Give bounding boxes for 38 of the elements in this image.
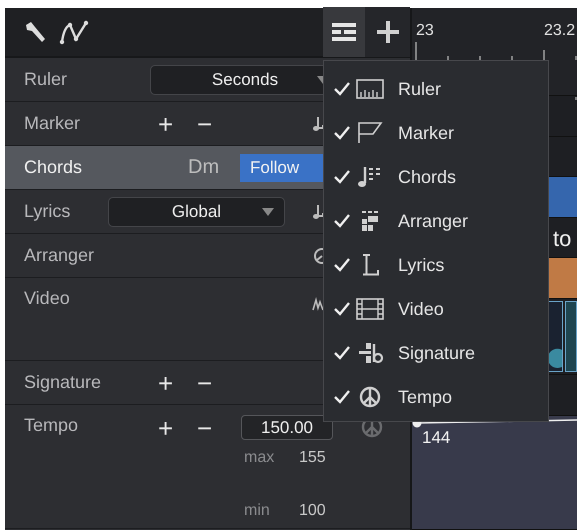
min-value: 100 bbox=[299, 502, 326, 520]
ruler-label: 23.2 bbox=[544, 22, 576, 40]
max-label: max bbox=[244, 449, 274, 467]
track-label: Ruler bbox=[24, 69, 68, 90]
list-icon bbox=[332, 23, 356, 41]
note-icon bbox=[312, 116, 324, 132]
ruler-icon bbox=[356, 78, 384, 100]
add-button[interactable]: + bbox=[158, 110, 174, 136]
remove-button[interactable]: − bbox=[197, 110, 212, 136]
add-track-button[interactable] bbox=[365, 7, 410, 57]
add-button[interactable]: + bbox=[158, 415, 174, 441]
track-label: Lyrics bbox=[24, 201, 70, 222]
remove-button[interactable]: − bbox=[197, 415, 212, 441]
min-label: min bbox=[244, 502, 270, 520]
note-icon bbox=[312, 204, 324, 220]
track-list-button[interactable] bbox=[323, 7, 365, 57]
max-value: 155 bbox=[299, 449, 326, 467]
chord-name: Dm bbox=[188, 156, 220, 179]
ruler-label: 23 bbox=[416, 22, 434, 40]
lyrics-dropdown[interactable]: Global bbox=[108, 196, 285, 226]
waveform-icon bbox=[312, 296, 324, 312]
track-label: Signature bbox=[24, 372, 102, 393]
track-label: Video bbox=[24, 288, 70, 309]
add-button[interactable]: + bbox=[158, 370, 174, 396]
film-icon bbox=[356, 298, 384, 320]
track-label: Tempo bbox=[24, 415, 78, 436]
dropdown-arrow-icon bbox=[262, 208, 274, 216]
signature-icon bbox=[356, 342, 384, 364]
remove-button[interactable]: − bbox=[197, 370, 212, 396]
tempo-field[interactable]: 150.00 bbox=[241, 415, 333, 440]
track-label: Arranger bbox=[24, 245, 94, 266]
flag-icon bbox=[356, 122, 384, 144]
clock-icon bbox=[312, 248, 324, 264]
plus-icon bbox=[376, 21, 398, 43]
track-label: Chords bbox=[24, 157, 82, 178]
track-label: Marker bbox=[24, 113, 80, 134]
lyric-text: to bbox=[553, 226, 572, 252]
tempo-value: 144 bbox=[422, 428, 450, 448]
